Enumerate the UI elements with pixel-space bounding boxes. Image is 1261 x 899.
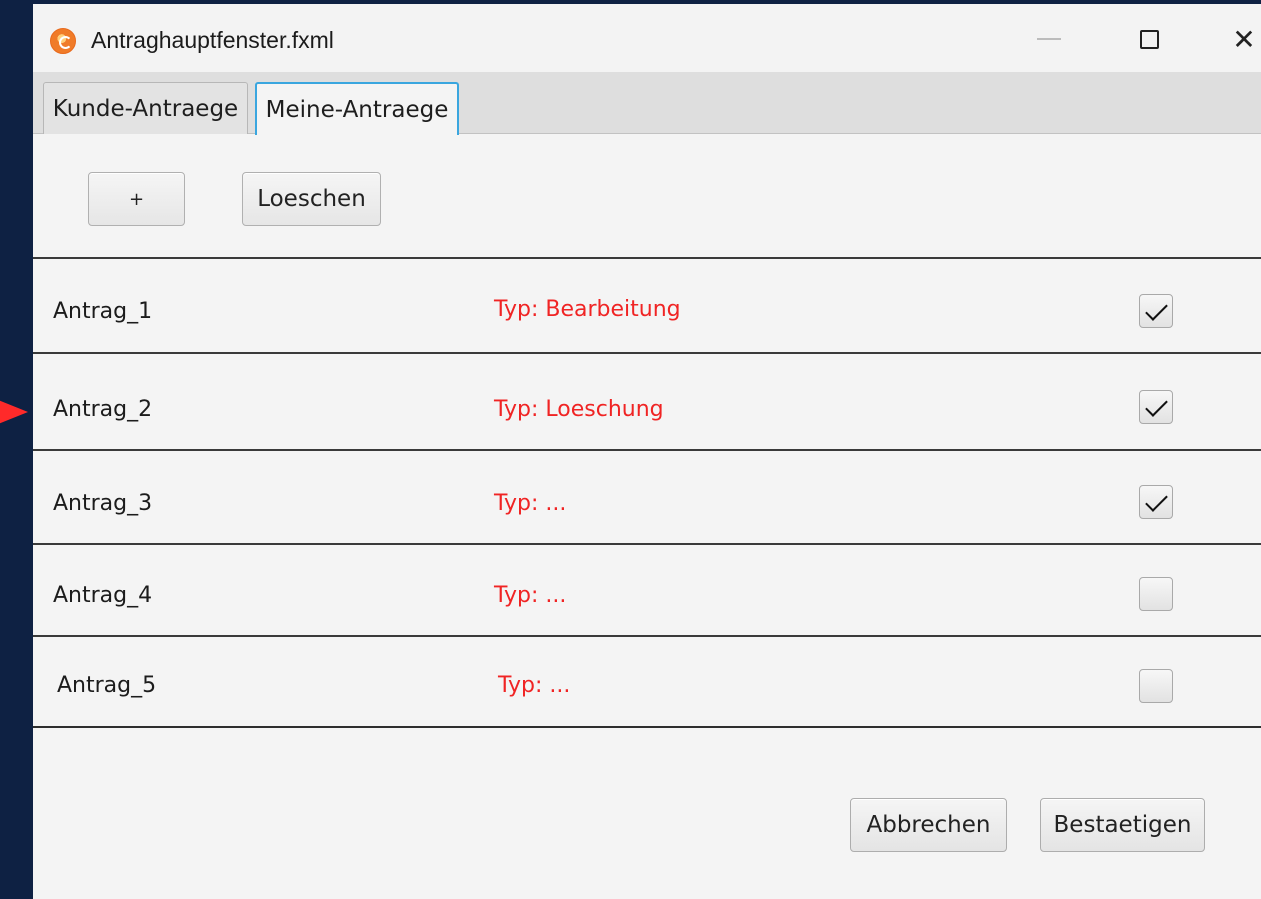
cancel-button[interactable]: Abbrechen [850,798,1007,852]
list-bottom-divider [33,726,1261,728]
item-name: Antrag_1 [53,299,153,324]
add-button[interactable]: + [88,172,185,226]
window-title: Antraghauptfenster.fxml [91,27,334,53]
minimize-button[interactable] [1024,16,1074,62]
close-button[interactable]: ✕ [1219,16,1261,62]
item-checkbox[interactable] [1139,669,1173,703]
red-arrow-icon [0,392,28,432]
list-item[interactable]: Antrag_5 Typ: ... [33,635,1261,727]
title-bar: Antraghauptfenster.fxml ✕ [33,4,1261,72]
tab-kunde-antraege[interactable]: Kunde-Antraege [43,82,248,134]
item-checkbox[interactable] [1139,294,1173,328]
list-item[interactable]: Antrag_4 Typ: ... [33,543,1261,636]
confirm-button[interactable]: Bestaetigen [1040,798,1205,852]
maximize-icon [1139,29,1159,49]
item-checkbox[interactable] [1139,577,1173,611]
item-checkbox[interactable] [1139,485,1173,519]
item-name: Antrag_2 [53,397,153,422]
delete-button[interactable]: Loeschen [242,172,381,226]
list-item[interactable]: Antrag_3 Typ: ... [33,449,1261,544]
minimize-icon [1037,38,1061,40]
tab-bar: Kunde-Antraege Meine-Antraege [33,72,1261,135]
item-type: Typ: ... [494,583,567,608]
list-item[interactable]: Antrag_1 Typ: Bearbeitung [33,257,1261,354]
app-logo-icon [50,28,76,54]
application-window: Antraghauptfenster.fxml ✕ Kunde-Antraege… [33,4,1261,899]
item-name: Antrag_3 [53,491,153,516]
item-type: Typ: ... [494,491,567,516]
tab-meine-antraege[interactable]: Meine-Antraege [255,82,459,135]
maximize-button[interactable] [1124,16,1174,62]
item-name: Antrag_5 [57,673,157,698]
close-icon: ✕ [1232,22,1256,56]
item-type: Typ: ... [498,673,571,698]
item-checkbox[interactable] [1139,390,1173,424]
list-item[interactable]: Antrag_2 Typ: Loeschung [33,352,1261,450]
item-type: Typ: Bearbeitung [494,297,681,322]
item-type: Typ: Loeschung [494,397,664,422]
item-name: Antrag_4 [53,583,153,608]
